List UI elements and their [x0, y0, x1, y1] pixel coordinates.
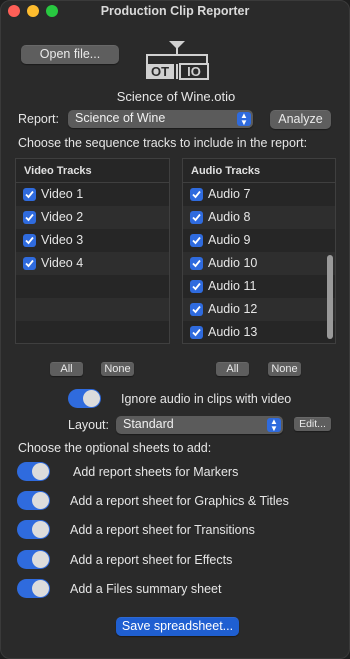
- toggle-knob: [32, 521, 49, 538]
- empty-row: [16, 298, 169, 321]
- video-track-label: Video 3: [41, 233, 84, 247]
- checkbox-checked-icon[interactable]: [23, 234, 36, 247]
- effects-sheet-toggle[interactable]: [17, 550, 50, 569]
- title-bar: Production Clip Reporter: [1, 1, 349, 25]
- video-track-row[interactable]: Video 2: [16, 206, 169, 229]
- ignore-audio-toggle[interactable]: [68, 389, 101, 408]
- toggle-knob: [32, 551, 49, 568]
- transitions-sheet-label: Add a report sheet for Transitions: [70, 523, 255, 537]
- audio-track-row[interactable]: Audio 8: [183, 206, 335, 229]
- graphics-titles-sheet-toggle[interactable]: [17, 491, 50, 510]
- checkbox-checked-icon[interactable]: [190, 326, 203, 339]
- layout-select[interactable]: Standard ▲ ▼: [116, 416, 283, 434]
- otio-logo: OT IO: [141, 39, 213, 83]
- checkbox-checked-icon[interactable]: [190, 234, 203, 247]
- layout-select-value: Standard: [123, 417, 174, 431]
- toggle-knob: [83, 390, 100, 407]
- video-track-row[interactable]: Video 1: [16, 183, 169, 206]
- checkbox-checked-icon[interactable]: [23, 211, 36, 224]
- audio-track-label: Audio 8: [208, 210, 251, 224]
- video-tracks-header: Video Tracks: [16, 159, 169, 183]
- empty-row: [16, 321, 169, 344]
- report-label: Report:: [18, 112, 59, 126]
- audio-track-label: Audio 9: [208, 233, 251, 247]
- files-summary-sheet-toggle[interactable]: [17, 579, 50, 598]
- audio-track-row[interactable]: Audio 10: [183, 252, 335, 275]
- markers-sheet-toggle[interactable]: [17, 462, 50, 481]
- checkbox-checked-icon[interactable]: [190, 280, 203, 293]
- video-track-label: Video 4: [41, 256, 84, 270]
- report-select-value: Science of Wine: [75, 111, 166, 125]
- checkbox-checked-icon[interactable]: [190, 303, 203, 316]
- toggle-knob: [32, 463, 49, 480]
- audio-track-row[interactable]: Audio 7: [183, 183, 335, 206]
- audio-track-label: Audio 10: [208, 256, 258, 270]
- video-select-none-button[interactable]: None: [101, 362, 134, 376]
- audio-track-label: Audio 13: [208, 325, 258, 339]
- audio-track-label: Audio 7: [208, 187, 251, 201]
- audio-tracks-header: Audio Tracks: [183, 159, 335, 183]
- window-title: Production Clip Reporter: [100, 4, 250, 18]
- video-tracks-table: Video Tracks Video 1 Video 2 Video 3 Vid…: [15, 158, 170, 344]
- audio-tracks-header-label: Audio Tracks: [191, 165, 261, 177]
- audio-tracks-scrollbar[interactable]: [327, 255, 333, 339]
- empty-row: [16, 275, 169, 298]
- video-select-all-button[interactable]: All: [50, 362, 83, 376]
- audio-select-none-button[interactable]: None: [268, 362, 301, 376]
- file-name: Science of Wine.otio: [116, 89, 236, 104]
- video-track-label: Video 2: [41, 210, 84, 224]
- layout-edit-button[interactable]: Edit...: [294, 417, 331, 431]
- audio-track-row[interactable]: Audio 11: [183, 275, 335, 298]
- markers-sheet-label: Add report sheets for Markers: [73, 465, 239, 479]
- checkbox-checked-icon[interactable]: [190, 257, 203, 270]
- audio-track-label: Audio 12: [208, 302, 258, 316]
- audio-tracks-table: Audio Tracks Audio 7 Audio 8 Audio 9 Aud…: [182, 158, 336, 344]
- chevron-up-down-icon: ▲ ▼: [237, 112, 251, 127]
- checkbox-checked-icon[interactable]: [23, 188, 36, 201]
- graphics-titles-sheet-label: Add a report sheet for Graphics & Titles: [70, 494, 289, 508]
- layout-label: Layout:: [68, 418, 110, 432]
- report-select[interactable]: Science of Wine ▲ ▼: [68, 110, 253, 128]
- toggle-knob: [32, 492, 49, 509]
- checkbox-checked-icon[interactable]: [190, 211, 203, 224]
- video-tracks-header-label: Video Tracks: [24, 165, 92, 177]
- tracks-instruction: Choose the sequence tracks to include in…: [18, 136, 308, 150]
- save-spreadsheet-button[interactable]: Save spreadsheet...: [116, 617, 239, 636]
- checkbox-checked-icon[interactable]: [23, 257, 36, 270]
- sheets-instruction: Choose the optional sheets to add:: [18, 441, 212, 455]
- app-window: Production Clip Reporter Open file... OT…: [0, 0, 350, 659]
- audio-track-row[interactable]: Audio 12: [183, 298, 335, 321]
- ignore-audio-label: Ignore audio in clips with video: [121, 392, 292, 406]
- audio-select-all-button[interactable]: All: [216, 362, 249, 376]
- files-summary-sheet-label: Add a Files summary sheet: [70, 582, 222, 596]
- video-track-row[interactable]: Video 4: [16, 252, 169, 275]
- otio-logo-left: OT: [150, 64, 170, 79]
- open-file-button[interactable]: Open file...: [21, 45, 119, 64]
- audio-track-label: Audio 11: [208, 279, 257, 293]
- audio-track-row[interactable]: Audio 13: [183, 321, 335, 344]
- effects-sheet-label: Add a report sheet for Effects: [70, 553, 233, 567]
- video-track-row[interactable]: Video 3: [16, 229, 169, 252]
- video-track-label: Video 1: [41, 187, 84, 201]
- otio-logo-right: IO: [187, 64, 201, 79]
- chevron-up-down-icon: ▲ ▼: [267, 418, 281, 433]
- transitions-sheet-toggle[interactable]: [17, 520, 50, 539]
- checkbox-checked-icon[interactable]: [190, 188, 203, 201]
- toggle-knob: [32, 580, 49, 597]
- audio-track-row[interactable]: Audio 9: [183, 229, 335, 252]
- analyze-button[interactable]: Analyze: [270, 110, 331, 129]
